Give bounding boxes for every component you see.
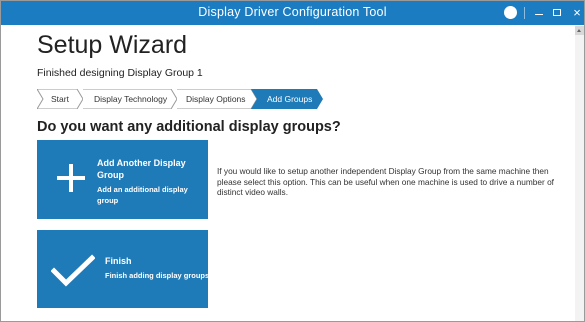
minimize-button[interactable]: [533, 1, 547, 25]
add-display-group-button[interactable]: Add Another Display Group Add an additio…: [37, 140, 208, 219]
checkmark-icon: [51, 254, 95, 287]
breadcrumb-add-groups[interactable]: Add Groups: [251, 89, 325, 109]
page-title: Setup Wizard: [37, 31, 188, 59]
page-subtitle: Finished designing Display Group 1: [37, 67, 203, 79]
finish-description: Finish adding display groups: [105, 271, 210, 280]
add-group-title: Add Another Display Group: [97, 158, 186, 180]
breadcrumb-display-options[interactable]: Display Options: [171, 89, 257, 109]
breadcrumb-label: Display Options: [186, 94, 246, 104]
breadcrumb-label: Display Technology: [94, 94, 168, 104]
breadcrumb-label: Start: [51, 94, 69, 104]
title-bar: Display Driver Configuration Tool i ×: [1, 1, 584, 25]
breadcrumb-label: Add Groups: [267, 94, 313, 104]
breadcrumb-display-technology[interactable]: Display Technology: [77, 89, 177, 109]
info-icon[interactable]: i: [504, 6, 517, 19]
finish-title: Finish: [105, 256, 132, 266]
window-title: Display Driver Configuration Tool: [198, 5, 387, 19]
titlebar-divider: [524, 7, 525, 19]
plus-icon-stem: [69, 164, 73, 192]
section-question: Do you want any additional display group…: [37, 119, 341, 135]
scroll-up-arrow-icon[interactable]: [575, 26, 584, 35]
app-window: Display Driver Configuration Tool i × Se…: [0, 0, 585, 322]
finish-button[interactable]: Finish Finish adding display groups: [37, 230, 210, 308]
add-group-description: Add an additional display group: [97, 185, 188, 205]
maximize-button[interactable]: [551, 1, 565, 25]
close-button[interactable]: ×: [570, 1, 584, 25]
breadcrumb: Start Display Technology Display Options…: [37, 89, 337, 109]
help-text: If you would like to setup another indep…: [217, 166, 554, 197]
vertical-scrollbar[interactable]: [575, 25, 584, 321]
